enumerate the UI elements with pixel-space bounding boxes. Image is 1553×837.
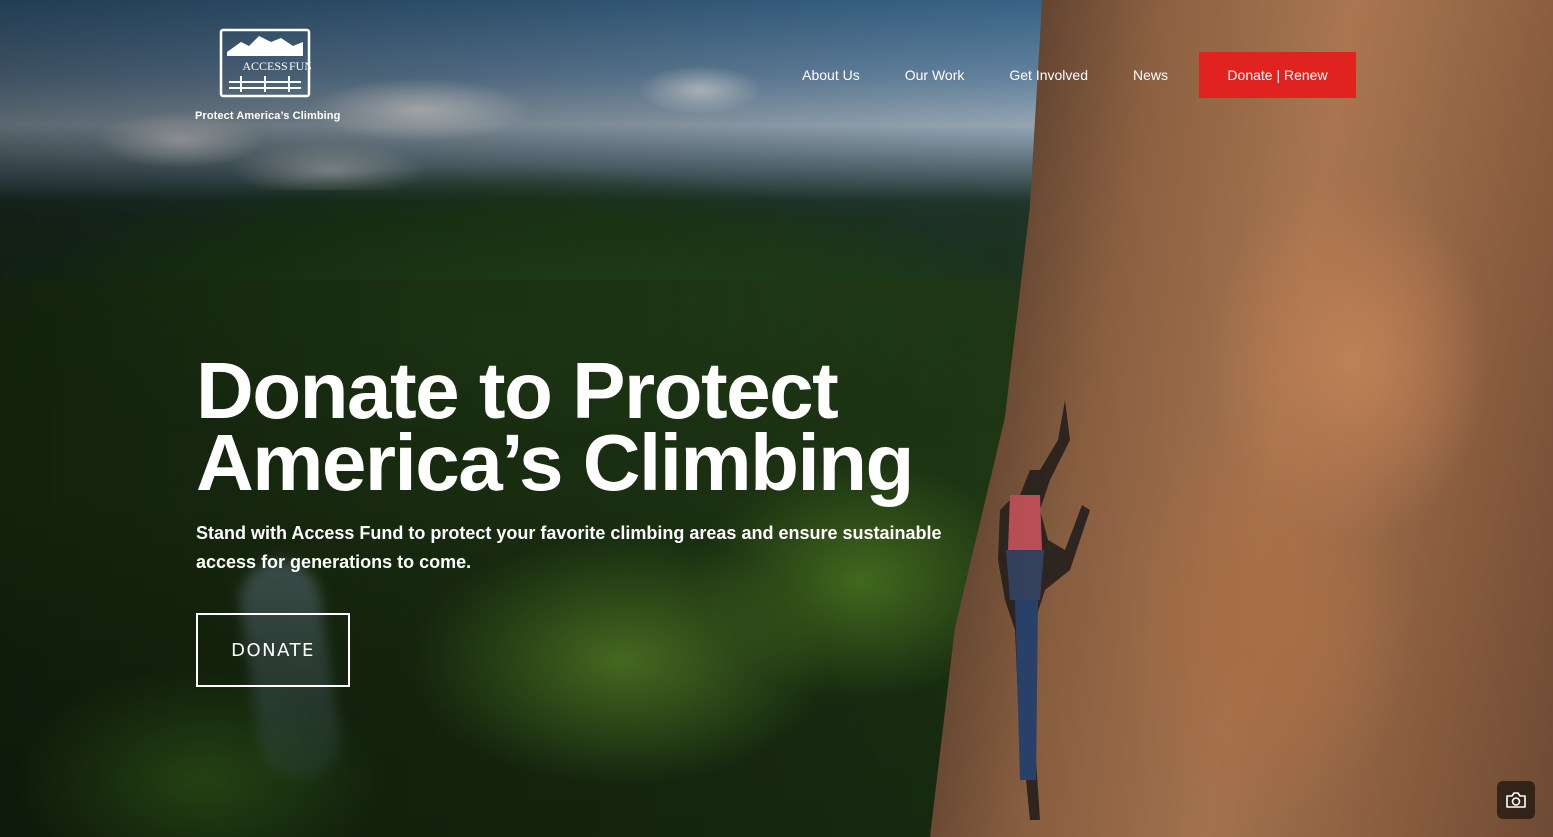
donate-renew-button[interactable]: Donate | Renew [1199,52,1356,98]
access-fund-logo-icon: ACCESS FUND [219,28,311,98]
donate-button[interactable]: DONATE [196,613,350,687]
logo-tagline: Protect America’s Climbing [195,110,341,122]
svg-text:FUND: FUND [289,59,311,73]
hero-section: ACCESS FUND Protect America’s Climbing A… [0,0,1553,837]
nav-item-news[interactable]: News [1133,67,1168,83]
main-nav: About Us Our Work Get Involved News Dona… [802,52,1356,98]
camera-icon[interactable] [1497,781,1535,819]
site-logo[interactable]: ACCESS FUND Protect America’s Climbing [195,28,341,122]
hero-subtitle: Stand with Access Fund to protect your f… [196,523,942,572]
svg-text:ACCESS: ACCESS [242,59,287,73]
nav-item-get-involved[interactable]: Get Involved [1009,67,1088,83]
nav-item-our-work[interactable]: Our Work [905,67,965,83]
nav-item-about-us[interactable]: About Us [802,67,860,83]
hero-title-line-2: America’s Climbing [196,418,914,507]
hero-title: Donate to Protect America’s Climbing [196,351,956,503]
hero-content: Donate to Protect America’s Climbing Sta… [196,351,956,687]
